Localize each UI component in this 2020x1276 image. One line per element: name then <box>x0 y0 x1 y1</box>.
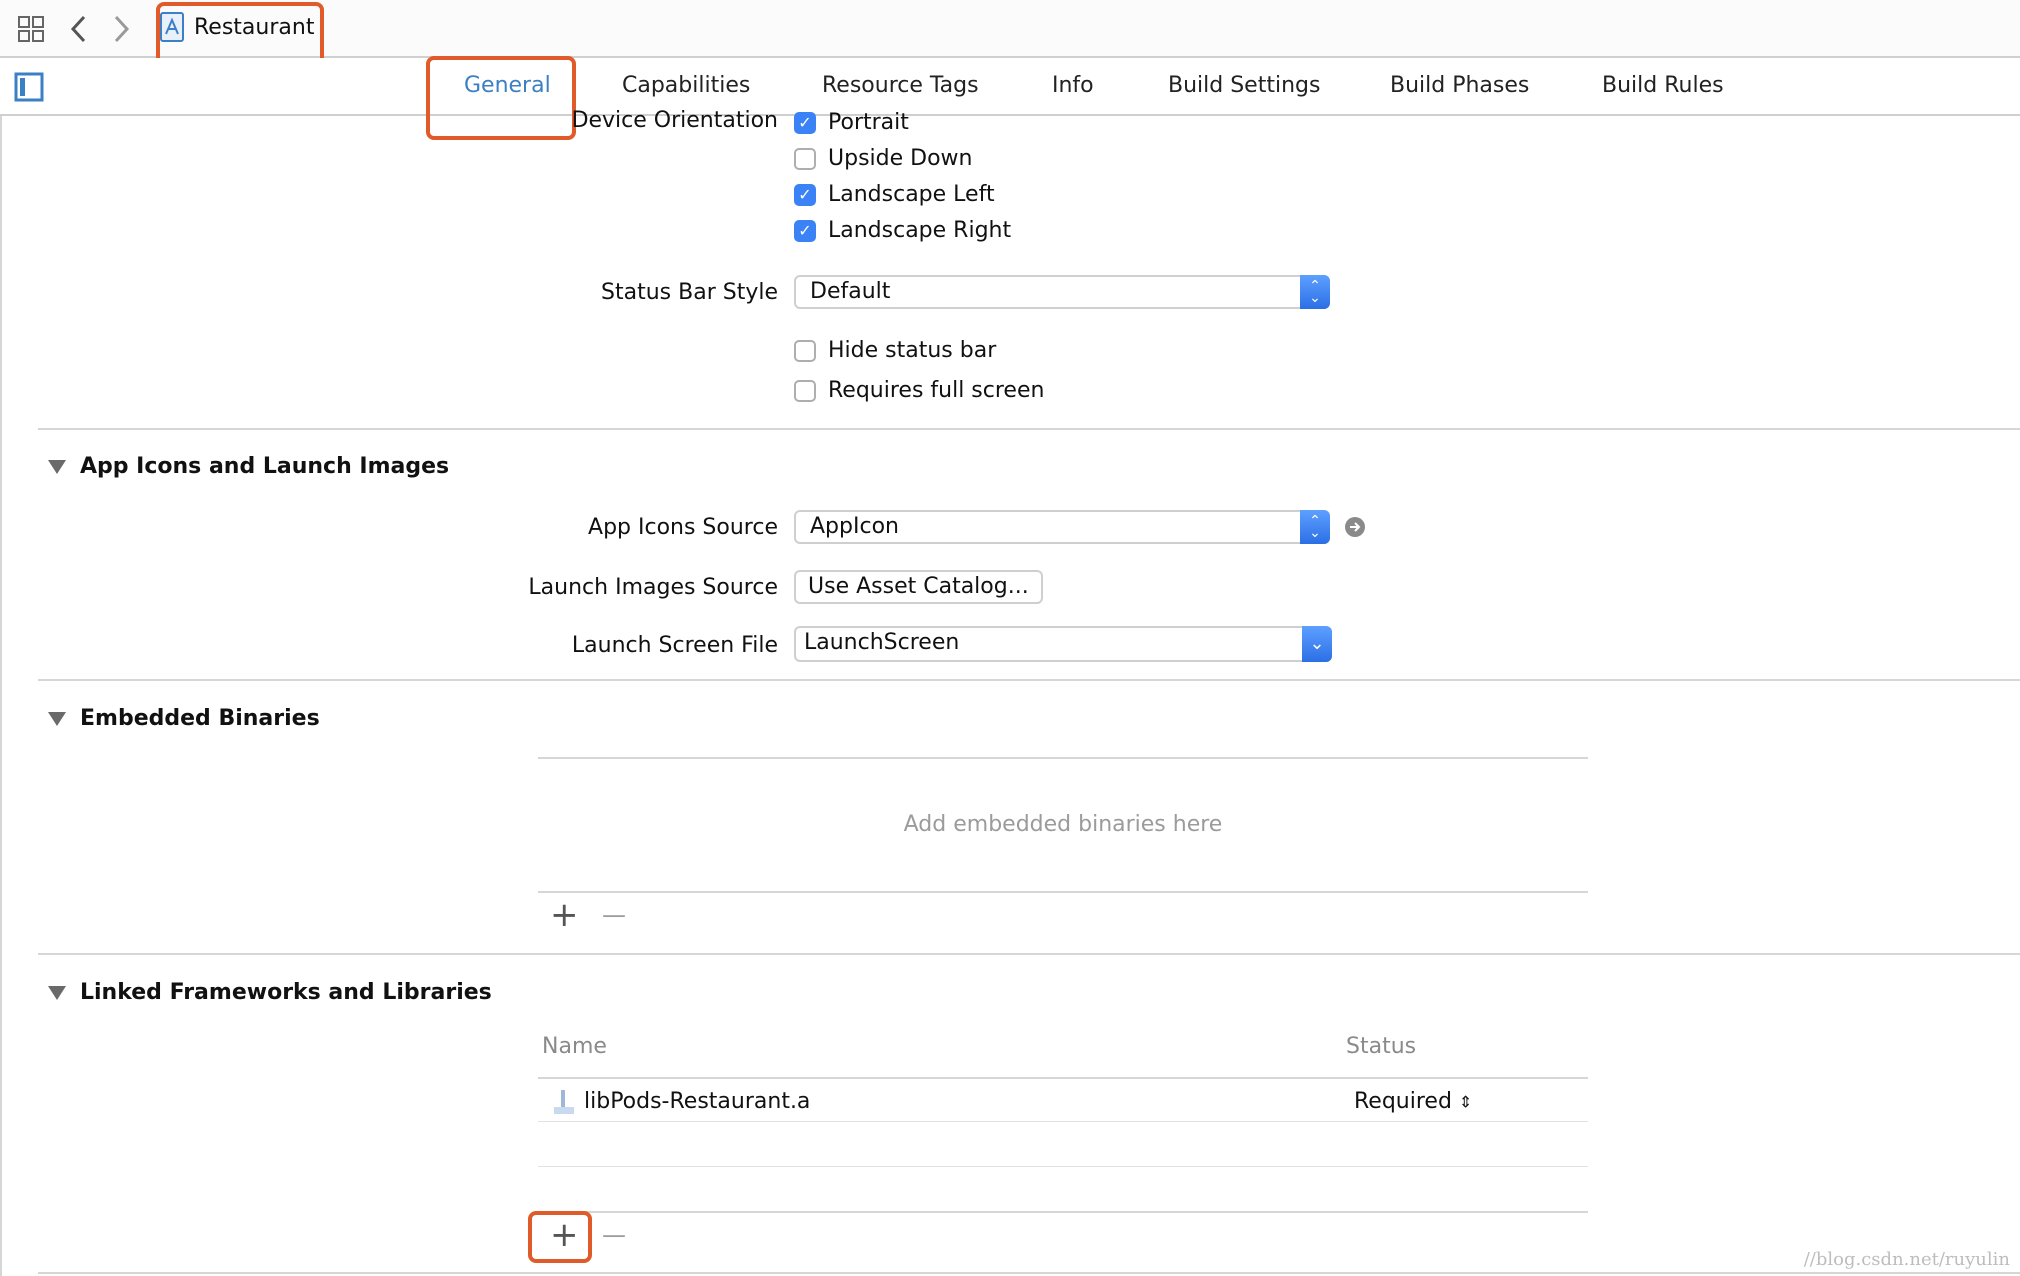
updown-stepper-icon[interactable]: ⇕ <box>1459 1093 1472 1112</box>
checkbox-unchecked-icon[interactable] <box>794 147 816 170</box>
disclosure-triangle-icon[interactable] <box>48 711 66 726</box>
remove-embedded-binary-button[interactable]: — <box>602 898 626 932</box>
orientation-landscape-right[interactable]: ✓ Landscape Right <box>794 218 1011 243</box>
library-name: libPods-Restaurant.a <box>584 1089 811 1114</box>
orientation-portrait[interactable]: ✓ Portrait <box>794 110 909 135</box>
linked-frameworks-title: Linked Frameworks and Libraries <box>80 980 492 1005</box>
app-icons-source-label: App Icons Source <box>588 515 778 540</box>
disclosure-triangle-icon[interactable] <box>48 459 66 474</box>
section-divider <box>38 1272 2020 1274</box>
orientation-label: Upside Down <box>828 146 973 171</box>
tab-capabilities[interactable]: Capabilities <box>622 58 750 114</box>
hide-status-bar-option[interactable]: Hide status bar <box>794 338 996 363</box>
embedded-binaries-placeholder: Add embedded binaries here <box>903 812 1223 837</box>
checkbox-unchecked-icon[interactable] <box>794 339 816 362</box>
checkbox-checked-icon[interactable]: ✓ <box>794 111 816 134</box>
linked-frameworks-section-header[interactable]: Linked Frameworks and Libraries <box>48 980 492 1005</box>
launch-screen-file-label: Launch Screen File <box>571 633 778 658</box>
table-row[interactable]: libPods-Restaurant.a Required ⇕ <box>538 1079 1588 1123</box>
orientation-label: Portrait <box>828 110 909 135</box>
updown-stepper-icon[interactable]: ⌃ ⌄ <box>1300 510 1330 544</box>
status-bar-style-value: Default <box>810 279 891 304</box>
app-icons-source-select[interactable]: AppIcon ⌃ ⌄ <box>794 510 1330 544</box>
embedded-binaries-section-header[interactable]: Embedded Binaries <box>48 706 320 731</box>
hide-status-bar-label: Hide status bar <box>828 338 997 363</box>
embedded-binaries-title: Embedded Binaries <box>80 706 320 731</box>
orientation-label: Landscape Left <box>828 182 995 207</box>
requires-full-screen-option[interactable]: Requires full screen <box>794 378 1044 403</box>
linked-list-bottom-border <box>538 1211 1588 1213</box>
orientation-landscape-left[interactable]: ✓ Landscape Left <box>794 182 995 207</box>
checkbox-checked-icon[interactable]: ✓ <box>794 219 816 242</box>
tab-build-settings[interactable]: Build Settings <box>1168 58 1320 114</box>
orientation-upside-down[interactable]: Upside Down <box>794 146 972 171</box>
updown-stepper-icon[interactable]: ⌃ ⌄ <box>1300 275 1330 309</box>
orientation-label: Landscape Right <box>828 218 1012 243</box>
column-header-name[interactable]: Name <box>542 1034 607 1059</box>
watermark-text: //blog.csdn.net/ruyulin <box>1803 1249 2010 1270</box>
tab-resource-tags[interactable]: Resource Tags <box>822 58 979 114</box>
library-status[interactable]: Required ⇕ <box>1354 1089 1472 1114</box>
status-bar-style-label: Status Bar Style <box>601 280 778 305</box>
tab-build-rules[interactable]: Build Rules <box>1602 58 1724 114</box>
tab-info[interactable]: Info <box>1052 58 1094 114</box>
library-status-value: Required <box>1354 1089 1452 1114</box>
editor-tab-bar: General Capabilities Resource Tags Info … <box>0 58 2020 116</box>
tab-build-phases[interactable]: Build Phases <box>1390 58 1529 114</box>
static-library-icon <box>554 1090 574 1114</box>
app-icons-section-header[interactable]: App Icons and Launch Images <box>48 454 449 479</box>
disclosure-triangle-icon[interactable] <box>48 985 66 1000</box>
launch-screen-file-combo[interactable]: LaunchScreen ⌄ <box>794 626 1332 662</box>
section-divider <box>38 679 2020 681</box>
launch-screen-file-value: LaunchScreen <box>804 630 960 655</box>
chevron-down-icon[interactable]: ⌄ <box>1302 626 1332 662</box>
project-navigator-toggle-icon[interactable] <box>14 72 44 102</box>
section-divider <box>38 428 2020 430</box>
row-divider <box>538 1121 1588 1122</box>
embedded-list-bottom-border <box>538 891 1588 893</box>
row-divider <box>538 1166 1588 1167</box>
device-orientation-label: Device Orientation <box>571 108 778 133</box>
remove-linked-framework-button[interactable]: — <box>602 1218 626 1252</box>
app-icons-source-value: AppIcon <box>810 514 899 539</box>
related-items-grid-icon[interactable] <box>18 16 44 42</box>
requires-full-screen-label: Requires full screen <box>828 378 1045 403</box>
add-embedded-binary-button[interactable]: + <box>550 898 579 932</box>
add-button-highlight-box <box>528 1211 592 1263</box>
forward-chevron-icon[interactable] <box>112 14 132 44</box>
go-to-asset-arrow-icon[interactable] <box>1344 516 1366 538</box>
checkbox-checked-icon[interactable]: ✓ <box>794 183 816 206</box>
embedded-list-top-border <box>538 757 1588 759</box>
editor-left-border <box>0 116 2 1276</box>
status-bar-style-select[interactable]: Default ⌃ ⌄ <box>794 275 1330 309</box>
column-header-status[interactable]: Status <box>1346 1034 1416 1059</box>
app-icons-section-title: App Icons and Launch Images <box>80 454 450 479</box>
section-divider <box>38 953 2020 955</box>
back-chevron-icon[interactable] <box>68 14 88 44</box>
use-asset-catalog-button[interactable]: Use Asset Catalog... <box>794 570 1043 604</box>
launch-images-source-label: Launch Images Source <box>528 575 778 600</box>
checkbox-unchecked-icon[interactable] <box>794 379 816 402</box>
